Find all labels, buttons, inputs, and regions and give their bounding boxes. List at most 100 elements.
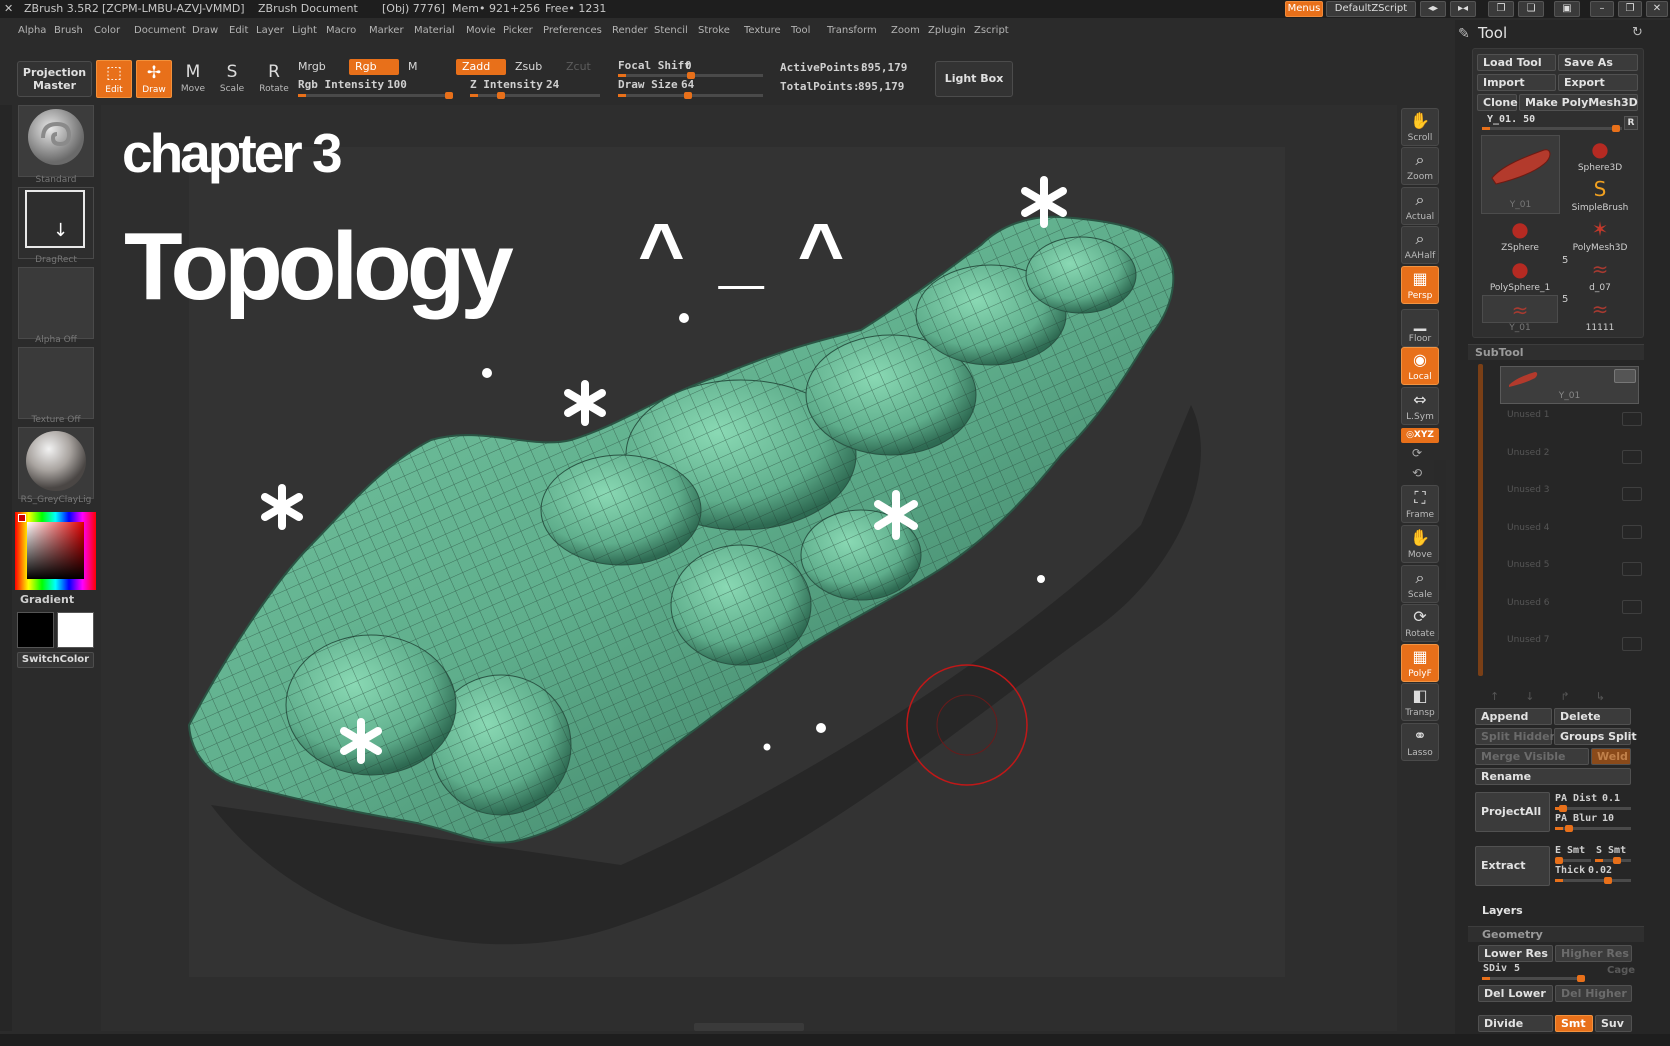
pa-blur-slider[interactable] — [1555, 825, 1631, 832]
menu-stencil[interactable]: Stencil — [654, 25, 688, 36]
rotate-button[interactable]: ⟳ Rotate — [1401, 604, 1439, 642]
main-color-swatch[interactable] — [17, 612, 54, 648]
menu-movie[interactable]: Movie — [466, 25, 496, 36]
menu-material[interactable]: Material — [414, 25, 455, 36]
subtool-item-unused[interactable]: Unused 2 — [1507, 448, 1642, 470]
groups-split-button[interactable]: Groups Split — [1554, 728, 1637, 745]
layout-left-icon[interactable]: ◂▸ — [1420, 1, 1446, 17]
zcut-button[interactable]: Zcut — [560, 59, 597, 75]
menu-stroke[interactable]: Stroke — [698, 25, 730, 36]
menu-color[interactable]: Color — [94, 25, 120, 36]
menu-render[interactable]: Render — [612, 25, 648, 36]
edit-button[interactable]: ⬚ Edit — [96, 60, 132, 98]
persp-button[interactable]: ▦ Persp — [1401, 266, 1439, 304]
menu-edit[interactable]: Edit — [229, 25, 248, 36]
project-all-button[interactable]: ProjectAll — [1475, 792, 1550, 832]
transp-button[interactable]: ◧ Transp — [1401, 683, 1439, 721]
draw-size-slider[interactable] — [618, 92, 763, 99]
scale-button[interactable]: S Scale — [214, 60, 250, 98]
minimize-icon[interactable]: – — [1590, 1, 1614, 17]
visibility-eye-icon[interactable] — [1622, 524, 1642, 539]
menu-zscript[interactable]: Zscript — [974, 25, 1009, 36]
subtool-item-unused[interactable]: Unused 6 — [1507, 598, 1642, 620]
frame-button[interactable]: ⛶ Frame — [1401, 485, 1439, 523]
alpha-button[interactable] — [18, 267, 94, 339]
visibility-eye-icon[interactable] — [1622, 487, 1642, 501]
menu-texture[interactable]: Texture — [744, 25, 781, 36]
current-tool-slider[interactable] — [1482, 125, 1622, 132]
mesh-icon[interactable]: ≈ — [1582, 255, 1618, 283]
focal-shift-slider[interactable] — [618, 72, 763, 79]
zoom-button[interactable]: ⌕ Zoom — [1401, 147, 1439, 185]
subtool-item-unused[interactable]: Unused 5 — [1507, 560, 1642, 582]
clone-button[interactable]: Clone — [1477, 94, 1518, 111]
visibility-eye-icon[interactable] — [1622, 449, 1642, 464]
save-as-button[interactable]: Save As — [1558, 54, 1638, 71]
bottom-tray[interactable] — [0, 1034, 1670, 1046]
draw-button[interactable]: ✢ Draw — [136, 60, 172, 98]
del-higher-button[interactable]: Del Higher — [1555, 985, 1632, 1002]
restore-layout-icon[interactable]: ❐ — [1488, 1, 1514, 17]
lsym-button[interactable]: ⇔ L.Sym — [1401, 387, 1439, 425]
lasso-button[interactable]: ⚭ Lasso — [1401, 723, 1439, 761]
zadd-button[interactable]: Zadd — [456, 59, 506, 75]
menu-picker[interactable]: Picker — [503, 25, 533, 36]
menu-layer[interactable]: Layer — [256, 25, 284, 36]
load-tool-button[interactable]: Load Tool — [1477, 54, 1556, 71]
lower-res-button[interactable]: Lower Res — [1478, 945, 1553, 962]
subtool-item-active[interactable]: Y_01 — [1500, 366, 1639, 404]
smt-toggle[interactable]: Smt — [1555, 1015, 1593, 1032]
menu-draw[interactable]: Draw — [192, 25, 218, 36]
scale-button[interactable]: ⌕ Scale — [1401, 565, 1439, 603]
maximize-icon[interactable]: ❐ — [1618, 1, 1642, 17]
r-symmetry-icon[interactable]: ⟲ — [1412, 466, 1422, 480]
make-polymesh3d-button[interactable]: Make PolyMesh3D — [1519, 94, 1638, 111]
left-tray-handle[interactable] — [0, 105, 12, 1031]
export-button[interactable]: Export — [1558, 74, 1638, 91]
brush-button[interactable] — [18, 105, 94, 177]
menu-light[interactable]: Light — [292, 25, 317, 36]
visibility-eye-icon[interactable] — [1622, 412, 1642, 426]
menu-zoom[interactable]: Zoom — [891, 25, 920, 36]
m-button[interactable]: M — [402, 59, 424, 75]
projection-master-button[interactable]: Projection Master — [17, 61, 92, 97]
menu-zplugin[interactable]: Zplugin — [928, 25, 966, 36]
save-layout-icon[interactable]: ❏ — [1518, 1, 1544, 17]
light-box-button[interactable]: Light Box — [935, 61, 1013, 97]
thick-slider[interactable] — [1555, 877, 1631, 884]
weld-button[interactable]: Weld — [1591, 748, 1631, 765]
z-symmetry-icon[interactable]: ⟳ — [1412, 446, 1422, 460]
z-intensity-slider[interactable] — [470, 92, 600, 99]
palette-refresh-icon[interactable]: ↻ — [1632, 25, 1643, 40]
actual-button[interactable]: ⌕ Actual — [1401, 187, 1439, 225]
subtool-item-unused[interactable]: Unused 4 — [1507, 523, 1642, 545]
higher-res-button[interactable]: Higher Res — [1555, 945, 1632, 962]
sphere-icon[interactable]: ● — [1502, 255, 1538, 283]
menu-alpha[interactable]: Alpha — [18, 25, 46, 36]
saturation-square[interactable] — [27, 522, 84, 579]
mesh-icon[interactable]: ≈ — [1582, 295, 1618, 323]
merge-visible-button[interactable]: Merge Visible — [1475, 748, 1589, 765]
rotate-button[interactable]: R Rotate — [256, 60, 292, 98]
zsub-button[interactable]: Zsub — [509, 59, 548, 75]
divide-button[interactable]: Divide — [1478, 1015, 1553, 1032]
sphere-icon[interactable]: ● — [1502, 215, 1538, 243]
material-button[interactable] — [18, 427, 94, 499]
close-icon[interactable]: ✕ — [1646, 1, 1668, 17]
delete-button[interactable]: Delete — [1554, 708, 1631, 725]
switch-color-button[interactable]: SwitchColor — [17, 652, 94, 668]
r-button[interactable]: R — [1624, 116, 1638, 130]
menu-preferences[interactable]: Preferences — [543, 25, 602, 36]
move-button[interactable]: ✋ Move — [1401, 525, 1439, 563]
import-button[interactable]: Import — [1477, 74, 1556, 91]
subtool-scrollbar[interactable] — [1478, 364, 1483, 676]
floor-button[interactable]: ▁ Floor — [1401, 309, 1439, 347]
cage-button[interactable]: Cage — [1607, 965, 1635, 976]
mrgb-button[interactable]: Mrgb — [292, 59, 332, 75]
sdiv-slider[interactable] — [1482, 975, 1585, 982]
menu-tool[interactable]: Tool — [791, 25, 810, 36]
visibility-eye-icon[interactable] — [1622, 599, 1642, 614]
layout-right-icon[interactable]: ▸◂ — [1450, 1, 1476, 17]
star-icon[interactable]: ✶ — [1582, 215, 1618, 243]
s-brush-icon[interactable]: S — [1582, 175, 1618, 203]
